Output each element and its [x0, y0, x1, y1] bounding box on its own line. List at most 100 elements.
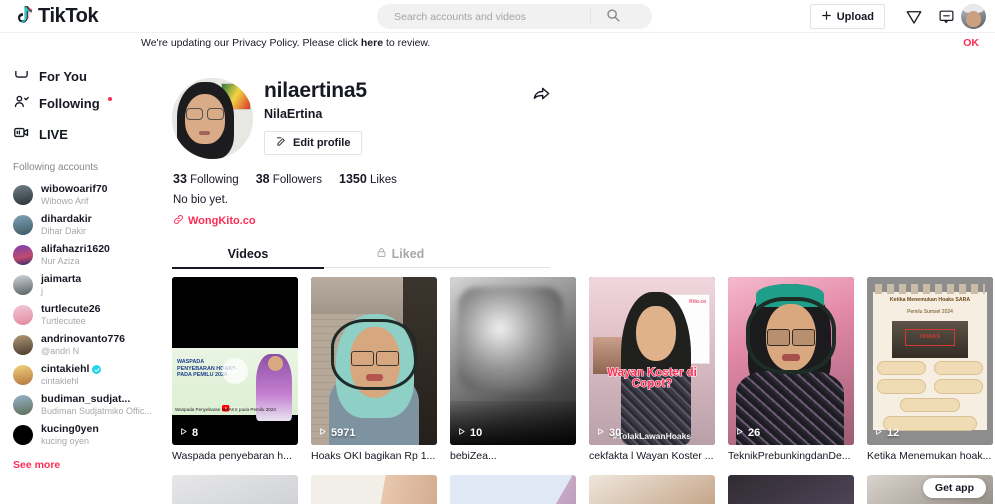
- sidebar-item-following[interactable]: Following: [0, 88, 165, 119]
- search-bar[interactable]: [377, 4, 652, 29]
- thumb-blur-subject: [457, 287, 564, 392]
- video-card[interactable]: [589, 474, 715, 504]
- video-card[interactable]: WASPADA PENYEBARAN HOAKS PADA PEMILU 202…: [172, 277, 298, 464]
- upload-button[interactable]: Upload: [809, 4, 885, 29]
- sidebar-account-item[interactable]: kucing0yen kucing oyen: [0, 420, 165, 450]
- home-icon: [13, 71, 30, 87]
- sidebar-account-item[interactable]: budiman_sudjat... Budiman Sudjatmiko Off…: [0, 390, 165, 420]
- video-thumbnail[interactable]: [172, 474, 298, 504]
- thumb-lips: [366, 374, 383, 382]
- profile-bio: No bio yet.: [173, 194, 228, 206]
- following-accounts-header: Following accounts: [13, 162, 99, 173]
- share-arrow-icon[interactable]: [529, 81, 553, 105]
- account-avatar: [13, 395, 33, 415]
- thumb-overlay-title: Ketika Menemukan Hoaks SARA: [889, 297, 971, 304]
- sidebar-account-item[interactable]: jaimarta j: [0, 270, 165, 300]
- video-card[interactable]: [311, 474, 437, 504]
- video-thumbnail[interactable]: 26: [728, 277, 854, 445]
- thumb-tip-pill: [877, 361, 927, 376]
- video-thumbnail[interactable]: [450, 474, 576, 504]
- sidebar-account-item[interactable]: turtlecute26 Turtlecutee: [0, 300, 165, 330]
- view-count-value: 26: [748, 427, 761, 439]
- sidebar-account-item[interactable]: andrinovanto776 @andri N: [0, 330, 165, 360]
- thumb-tip-pill: [933, 379, 983, 394]
- tab-videos[interactable]: Videos: [172, 239, 324, 269]
- sidebar-item-live[interactable]: LIVE: [0, 119, 165, 150]
- stat-following[interactable]: 33 Following: [173, 172, 239, 186]
- video-thumbnail[interactable]: 5971: [311, 277, 437, 445]
- banner-here-link[interactable]: here: [361, 37, 383, 49]
- message-icon[interactable]: [936, 6, 957, 27]
- view-count-value: 30: [609, 427, 622, 439]
- sidebar-label-for-you: For You: [39, 71, 87, 84]
- link-chain-icon: [173, 214, 184, 228]
- account-username: wibowoarif70: [41, 183, 108, 196]
- account-avatar: [13, 215, 33, 235]
- sidebar-account-item[interactable]: cintakiehl cintakiehl: [0, 360, 165, 390]
- video-card[interactable]: 10 bebiZea...: [450, 277, 576, 464]
- see-more-button[interactable]: See more: [0, 450, 165, 471]
- tab-videos-label: Videos: [227, 246, 269, 261]
- sidebar-account-item[interactable]: alifahazri1620 Nur Aziza: [0, 240, 165, 270]
- stat-followers[interactable]: 38 Followers: [256, 172, 322, 186]
- profile-stats: 33 Following 38 Followers 1350 Likes: [173, 172, 397, 186]
- stat-likes-label: Likes: [370, 174, 397, 186]
- video-card[interactable]: 5971 Hoaks OKI bagikan Rp 1...: [311, 277, 437, 464]
- video-card[interactable]: Kito.co Wayan Koster di Copot? #TolakLaw…: [589, 277, 715, 464]
- thumb-lips: [782, 354, 800, 361]
- following-notification-dot: [107, 96, 112, 101]
- video-caption: Waspada penyebaran h...: [172, 450, 292, 462]
- search-input[interactable]: [377, 5, 590, 28]
- profile-avatar[interactable]: [172, 78, 253, 159]
- sidebar-account-item[interactable]: wibowoarif70 Wibowo Arif: [0, 180, 165, 210]
- top-header: TikTok Upload: [0, 0, 995, 33]
- video-view-count: 12: [874, 427, 899, 439]
- account-nickname: Wibowo Arif: [41, 195, 89, 206]
- video-caption: Hoaks OKI bagikan Rp 1...: [311, 450, 436, 462]
- privacy-policy-banner: We're updating our Privacy Policy. Pleas…: [0, 34, 995, 52]
- video-card[interactable]: 26 TeknikPrebunkingdanDe...: [728, 277, 854, 464]
- tab-liked[interactable]: Liked: [324, 239, 476, 268]
- banner-ok-button[interactable]: OK: [963, 37, 979, 49]
- banner-text-before: We're updating our Privacy Policy. Pleas…: [141, 37, 361, 49]
- play-triangle-icon: [874, 427, 883, 439]
- video-caption: bebiZea...: [450, 450, 497, 462]
- video-card[interactable]: [450, 474, 576, 504]
- stat-following-value: 33: [173, 172, 187, 186]
- search-button[interactable]: [591, 4, 635, 29]
- video-card[interactable]: [172, 474, 298, 504]
- video-thumbnail[interactable]: [728, 474, 854, 504]
- edit-profile-button[interactable]: Edit profile: [264, 131, 363, 155]
- stat-followers-value: 38: [255, 172, 270, 186]
- sidebar-account-item[interactable]: dihardakir Dihar Dakir: [0, 210, 165, 240]
- paper-plane-icon[interactable]: [903, 6, 924, 27]
- account-username: jaimarta: [41, 273, 82, 286]
- thumb-glasses: [351, 350, 400, 367]
- tiktok-note-icon: [13, 5, 34, 27]
- sidebar-item-for-you[interactable]: For You: [0, 71, 165, 88]
- profile-link[interactable]: WongKito.co: [173, 214, 256, 228]
- video-view-count: 8: [179, 427, 198, 439]
- play-overlay-icon: [222, 358, 248, 385]
- video-card[interactable]: [728, 474, 854, 504]
- avatar-face: [966, 11, 981, 27]
- play-triangle-icon: [596, 427, 605, 439]
- get-app-button[interactable]: Get app: [922, 478, 986, 498]
- tiktok-logo[interactable]: TikTok: [13, 5, 99, 27]
- video-card[interactable]: Ketika Menemukan Hoaks SARA Pemilu Sumse…: [867, 277, 993, 464]
- video-thumbnail[interactable]: Ketika Menemukan Hoaks SARA Pemilu Sumse…: [867, 277, 993, 445]
- account-nickname: cintakiehl: [41, 375, 79, 386]
- header-avatar[interactable]: [961, 4, 986, 29]
- video-thumbnail[interactable]: Kito.co Wayan Koster di Copot? #TolakLaw…: [589, 277, 715, 445]
- thumb-logo-strip: [874, 283, 986, 294]
- account-avatar: [13, 305, 33, 325]
- tiktok-wordmark: TikTok: [38, 5, 99, 27]
- video-thumbnail[interactable]: [311, 474, 437, 504]
- account-nickname: Dihar Dakir: [41, 225, 87, 236]
- thumb-letterbox: [172, 277, 298, 348]
- video-thumbnail[interactable]: [589, 474, 715, 504]
- account-username: turtlecute26: [41, 303, 101, 316]
- video-thumbnail[interactable]: WASPADA PENYEBARAN HOAKS PADA PEMILU 202…: [172, 277, 298, 445]
- video-view-count: 5971: [318, 427, 355, 439]
- video-thumbnail[interactable]: 10: [450, 277, 576, 445]
